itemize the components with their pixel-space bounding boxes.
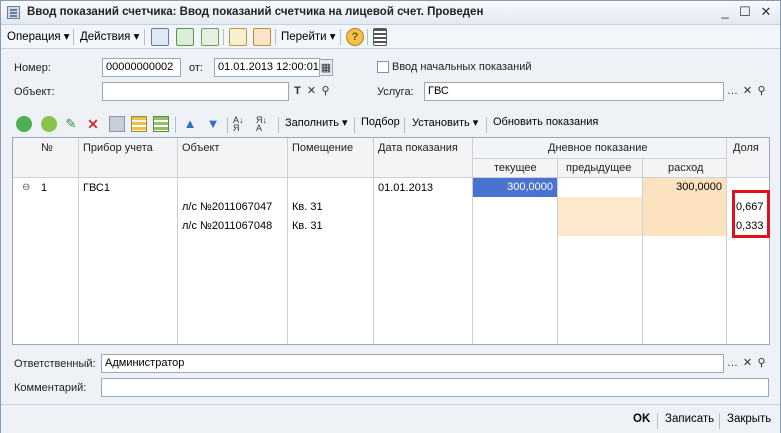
help-icon[interactable]: ?	[346, 28, 364, 46]
current-reading-cell[interactable]: 300,0000	[473, 178, 557, 197]
gridbar-separator	[486, 117, 487, 133]
select-ellipsis-icon[interactable]: …	[725, 355, 740, 372]
select-button[interactable]: Подбор	[361, 116, 400, 128]
toolbar-separator	[340, 29, 341, 45]
date-label: от:	[189, 62, 203, 74]
header-current[interactable]: текущее	[494, 162, 537, 174]
row-num: 1	[41, 182, 48, 194]
operation-menu[interactable]: Операция ▾	[7, 29, 70, 43]
readings-table: № Прибор учета Объект Помещение Дата пок…	[12, 137, 770, 345]
document-window: Ввод показаний счетчика: Ввод показаний …	[0, 0, 781, 433]
gridbar-separator	[354, 117, 355, 133]
comment-field[interactable]	[101, 378, 769, 397]
sort-ascending-icon[interactable]: A↓ Я	[233, 116, 249, 133]
gridbar-separator	[404, 117, 405, 133]
maximize-button[interactable]: ☐	[737, 5, 753, 20]
service-field[interactable]: ГВС	[424, 82, 724, 101]
toolbar-separator	[144, 29, 145, 45]
ok-button[interactable]: OK	[633, 413, 650, 425]
select-ellipsis-icon[interactable]: …	[725, 83, 740, 100]
toolbar-separator	[73, 29, 74, 45]
initial-readings-label: Ввод начальных показаний	[392, 61, 532, 73]
post-icon[interactable]	[176, 28, 194, 46]
row-date: 01.01.2013	[378, 182, 434, 194]
movements-icon[interactable]	[253, 28, 271, 46]
number-field[interactable]: 00000000002	[102, 58, 181, 77]
previous-cell-bg	[558, 197, 642, 236]
footer-bar: OK Записать Закрыть	[1, 404, 780, 433]
post-close-icon[interactable]	[151, 28, 169, 46]
header-date[interactable]: Дата показания	[378, 142, 458, 154]
clear-icon[interactable]: ✕	[740, 83, 755, 100]
end-edit-icon[interactable]	[109, 116, 125, 132]
edit-pencil-icon[interactable]: ✎	[63, 116, 79, 132]
calendar-icon[interactable]: ▦	[319, 59, 333, 76]
row-premises: Кв. 31	[292, 220, 323, 232]
actions-menu[interactable]: Действия ▾	[80, 29, 139, 43]
open-magnifier-icon[interactable]: ⚲	[754, 355, 769, 372]
structure-icon[interactable]	[229, 28, 247, 46]
date-field[interactable]: 01.01.2013 12:00:01	[214, 58, 320, 77]
list-icon[interactable]	[373, 28, 387, 46]
row-meter: ГВС1	[83, 182, 110, 194]
header-consumption[interactable]: расход	[668, 162, 703, 174]
title-bar: Ввод показаний счетчика: Ввод показаний …	[1, 1, 780, 25]
delete-icon[interactable]: ✕	[85, 116, 101, 132]
clear-icon[interactable]: ✕	[740, 355, 755, 372]
object-label: Объект:	[14, 86, 55, 98]
toolbar-separator	[275, 29, 276, 45]
initial-readings-checkbox[interactable]	[377, 61, 389, 73]
responsible-field[interactable]: Администратор	[101, 354, 724, 373]
open-magnifier-icon[interactable]: ⚲	[754, 83, 769, 100]
gridbar-separator	[278, 117, 279, 133]
gridbar-separator	[227, 117, 228, 133]
move-up-icon[interactable]: ▲	[182, 116, 198, 132]
header-object[interactable]: Объект	[182, 142, 219, 154]
share-highlight-box	[732, 190, 770, 238]
move-to-group-icon[interactable]	[153, 116, 169, 132]
set-button[interactable]: Установить ▾	[412, 116, 478, 129]
header-day-reading[interactable]: Дневное показание	[548, 142, 647, 154]
goto-menu[interactable]: Перейти ▾	[281, 29, 336, 43]
add-icon[interactable]	[16, 116, 32, 132]
minimize-button[interactable]: _	[717, 5, 733, 20]
sort-descending-icon[interactable]: Я↓ A	[256, 116, 272, 133]
collapse-icon[interactable]: ⊖	[22, 182, 30, 193]
header-meter[interactable]: Прибор учета	[83, 142, 153, 154]
save-button[interactable]: Записать	[665, 413, 714, 425]
add-group-icon[interactable]	[131, 116, 147, 132]
window-title: Ввод показаний счетчика: Ввод показаний …	[27, 6, 484, 18]
gridbar-separator	[175, 117, 176, 133]
copy-row-icon[interactable]	[41, 116, 57, 132]
move-down-icon[interactable]: ▼	[205, 116, 221, 132]
open-magnifier-icon[interactable]: ⚲	[318, 83, 333, 100]
type-select-icon[interactable]: T	[290, 83, 305, 100]
document-icon	[7, 6, 20, 19]
close-form-button[interactable]: Закрыть	[727, 413, 771, 425]
number-label: Номер:	[14, 62, 51, 74]
toolbar-separator	[223, 29, 224, 45]
fill-button[interactable]: Заполнить ▾	[285, 116, 348, 129]
responsible-label: Ответственный:	[14, 358, 96, 370]
main-toolbar: Операция ▾ Действия ▾ Перейти ▾ ?	[1, 25, 780, 49]
comment-label: Комментарий:	[14, 382, 87, 394]
object-field[interactable]	[102, 82, 289, 101]
copy-icon[interactable]	[201, 28, 219, 46]
row-object: л/с №2011067047	[182, 201, 273, 213]
header-premises[interactable]: Помещение	[292, 142, 353, 154]
consumption-cell[interactable]: 300,0000	[643, 178, 726, 197]
header-previous[interactable]: предыдущее	[566, 162, 631, 174]
clear-icon[interactable]: ✕	[304, 83, 319, 100]
header-share[interactable]: Доля	[733, 142, 759, 154]
row-premises: Кв. 31	[292, 201, 323, 213]
update-readings-button[interactable]: Обновить показания	[493, 116, 598, 128]
row-object: л/с №2011067048	[182, 220, 273, 232]
service-label: Услуга:	[377, 86, 414, 98]
close-button[interactable]: ✕	[758, 5, 774, 20]
toolbar-separator	[367, 29, 368, 45]
header-num[interactable]: №	[41, 142, 53, 154]
